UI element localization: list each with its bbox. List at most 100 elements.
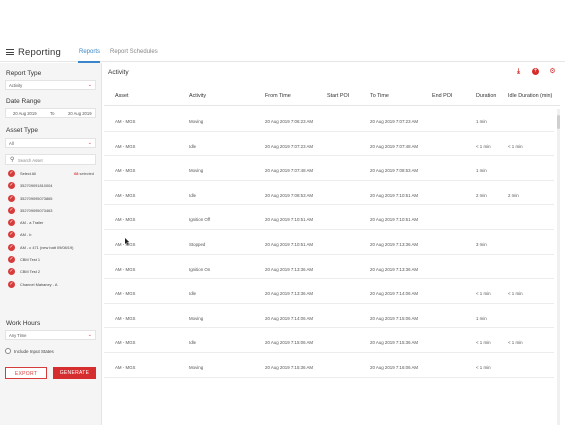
- cell-to-time: 20 Aug 2019 7:07:23 AM: [370, 119, 419, 124]
- cell-asset: AM - MGS: [115, 192, 136, 198]
- column-header-asset[interactable]: Asset: [115, 93, 128, 99]
- asset-name: CBM Test 1: [20, 257, 41, 263]
- cell-to-time: 20 Aug 2019 7:15:06 AM: [370, 315, 419, 321]
- cell-activity: Moving: [189, 119, 204, 124]
- download-icon[interactable]: ⤓: [515, 68, 522, 75]
- column-header-to-time[interactable]: To Time: [370, 93, 389, 99]
- cell-from-time: 20 Aug 2019 7:07:48 AM: [265, 168, 314, 174]
- chevron-down-icon: ⌄: [87, 140, 92, 146]
- cell-activity: Stopped: [189, 241, 206, 247]
- list-item[interactable]: ✓ AM - c 471 (new batt 09/08/19): [5, 242, 96, 254]
- cell-activity: Idle: [189, 291, 197, 297]
- column-header-from-time[interactable]: From Time: [265, 93, 291, 99]
- list-item[interactable]: ✓ AM - b: [5, 229, 96, 241]
- table-row[interactable]: AM - MGS Moving 20 Aug 2019 7:07:48 AM 20 A…: [104, 156, 554, 181]
- table-row[interactable]: AM - MGS Idle 20 Aug 2019 7:08:53 AM 20 Aug…: [104, 181, 554, 206]
- table-row[interactable]: AM - MGS Ignition On 20 Aug 2019 7:13:36 A…: [104, 255, 554, 280]
- asset-type-select[interactable]: All ⌄: [5, 138, 96, 148]
- asset-name: 352709095073463: [20, 207, 53, 213]
- list-item[interactable]: ✓ Channel Mahaney - A: [5, 279, 96, 291]
- work-hours-select[interactable]: Any Time ⌄: [5, 330, 96, 340]
- table-row[interactable]: AM - MGS Moving 20 Aug 2019 7:06:23 AM 20 A…: [104, 107, 554, 132]
- checkbox-checked-icon[interactable]: ✓: [8, 206, 15, 214]
- search-placeholder: Search Asset: [18, 158, 43, 163]
- table-row[interactable]: AM - MGS Ignition Off 20 Aug 2019 7:10:51 …: [104, 205, 554, 230]
- asset-checklist: ✓ Select All 68 selected ✓ 3527090918100…: [5, 168, 96, 303]
- cell-idle-duration: < 1 min: [508, 340, 523, 346]
- mouse-cursor-icon: [125, 238, 130, 245]
- gear-icon[interactable]: ⚙: [549, 68, 556, 75]
- cell-asset: AM - MGS: [115, 168, 136, 174]
- checkbox-checked-icon[interactable]: ✓: [8, 194, 15, 202]
- column-header-duration[interactable]: Duration: [476, 93, 496, 99]
- asset-name: Channel Mahaney - A: [20, 281, 58, 287]
- checkbox-checked-icon[interactable]: ✓: [8, 170, 15, 177]
- checkbox-checked-icon[interactable]: ✓: [8, 280, 15, 288]
- cell-to-time: 20 Aug 2019 7:08:53 AM: [370, 168, 419, 174]
- cell-duration: 1 min: [476, 168, 487, 174]
- list-item[interactable]: ✓ CBM Test 1: [5, 254, 96, 266]
- list-item[interactable]: ✓ 352709095073463: [5, 205, 96, 217]
- checkbox-checked-icon[interactable]: ✓: [8, 219, 15, 227]
- tab-reports[interactable]: Reports: [79, 49, 100, 55]
- asset-name: 352709091810004: [20, 183, 53, 189]
- report-type-value: Activity: [9, 83, 23, 88]
- checkbox-checked-icon[interactable]: ✓: [8, 231, 15, 239]
- cell-activity: Moving: [189, 168, 204, 174]
- scrollbar-thumb[interactable]: [557, 115, 560, 129]
- table-row[interactable]: AM - MGS Moving 20 Aug 2019 7:15:36 AM 20 A…: [104, 353, 554, 378]
- column-header-start-poi[interactable]: Start POI: [327, 93, 349, 99]
- cell-to-time: 20 Aug 2019 7:13:36 AM: [370, 241, 419, 247]
- cell-from-time: 20 Aug 2019 7:15:36 AM: [265, 364, 314, 370]
- checkbox-checked-icon[interactable]: ✓: [8, 182, 15, 190]
- column-header-end-poi[interactable]: End POI: [432, 93, 452, 99]
- add-icon[interactable]: +: [532, 68, 539, 75]
- column-header-activity[interactable]: Activity: [189, 93, 206, 99]
- table-row[interactable]: AM - MGS Idle 20 Aug 2019 7:07:23 AM 20 Aug…: [104, 132, 554, 157]
- generate-button[interactable]: GENERATE: [53, 367, 96, 379]
- list-item[interactable]: ✓ 352709095073865: [5, 193, 96, 205]
- report-type-label: Report Type: [6, 70, 42, 77]
- checkbox-checked-icon[interactable]: ✓: [8, 256, 15, 264]
- asset-type-label: Asset Type: [6, 127, 39, 134]
- date-to[interactable]: 20 Aug 2019: [68, 111, 92, 116]
- work-hours-value: Any Time: [9, 333, 27, 338]
- list-item[interactable]: ✓ 352709091810004: [5, 180, 96, 192]
- table-scrollbar[interactable]: [557, 109, 560, 425]
- date-range-picker[interactable]: 20 Aug 2019 To 20 Aug 2019: [5, 108, 96, 118]
- cell-from-time: 20 Aug 2019 7:08:53 AM: [265, 192, 314, 198]
- selected-count: 68 selected: [74, 171, 94, 176]
- list-item-select-all[interactable]: ✓ Select All 68 selected: [5, 168, 96, 180]
- search-icon: ⚲: [10, 157, 15, 163]
- list-item[interactable]: ✓ AM - a Trailer: [5, 217, 96, 229]
- chevron-down-icon: ⌄: [87, 82, 92, 88]
- checkbox-checked-icon[interactable]: ✓: [8, 268, 15, 276]
- list-item[interactable]: ✓ CBM Test 2: [5, 266, 96, 278]
- cell-idle-duration: < 1 min: [508, 143, 523, 149]
- cell-from-time: 20 Aug 2019 7:10:51 AM: [265, 217, 314, 223]
- cell-duration: 1 min: [476, 315, 487, 321]
- radio-button[interactable]: [5, 348, 11, 354]
- date-from[interactable]: 20 Aug 2019: [13, 111, 37, 116]
- top-bar: Reporting Reports Report Schedules: [0, 40, 565, 63]
- table-row[interactable]: AM - MGS Idle 20 Aug 2019 7:15:06 AM 20 Aug…: [104, 328, 554, 353]
- table-row[interactable]: AM - MGS Idle 20 Aug 2019 7:13:36 AM 20 Aug…: [104, 279, 554, 304]
- column-header-idle-duration[interactable]: Idle Duration (min): [508, 93, 552, 99]
- cell-from-time: 20 Aug 2019 7:06:23 AM: [265, 119, 314, 124]
- cell-activity: Ignition Off: [189, 217, 211, 223]
- cell-asset: AM - MGS: [115, 119, 136, 124]
- tab-report-schedules[interactable]: Report Schedules: [110, 49, 158, 55]
- asset-search-input[interactable]: ⚲ Search Asset: [5, 154, 96, 165]
- table-row[interactable]: AM - MGS Stopped 20 Aug 2019 7:10:51 AM 20 …: [104, 230, 554, 255]
- cell-duration: 1 min: [476, 119, 487, 124]
- export-button[interactable]: EXPORT: [5, 367, 47, 379]
- report-type-select[interactable]: Activity ⌄: [5, 80, 96, 90]
- report-settings-sidebar: Report Type Activity ⌄ Date Range 20 Aug…: [0, 63, 102, 425]
- checkbox-checked-icon[interactable]: ✓: [8, 243, 15, 251]
- asset-name: AM - c 471 (new batt 09/08/19): [20, 244, 74, 250]
- cell-to-time: 20 Aug 2019 7:07:48 AM: [370, 143, 419, 149]
- cell-to-time: 20 Aug 2019 7:16:06 AM: [370, 364, 419, 370]
- asset-name: CBM Test 2: [20, 269, 41, 275]
- hamburger-menu-icon[interactable]: [6, 49, 14, 56]
- table-row[interactable]: AM - MGS Moving 20 Aug 2019 7:14:06 AM 20 A…: [104, 304, 554, 329]
